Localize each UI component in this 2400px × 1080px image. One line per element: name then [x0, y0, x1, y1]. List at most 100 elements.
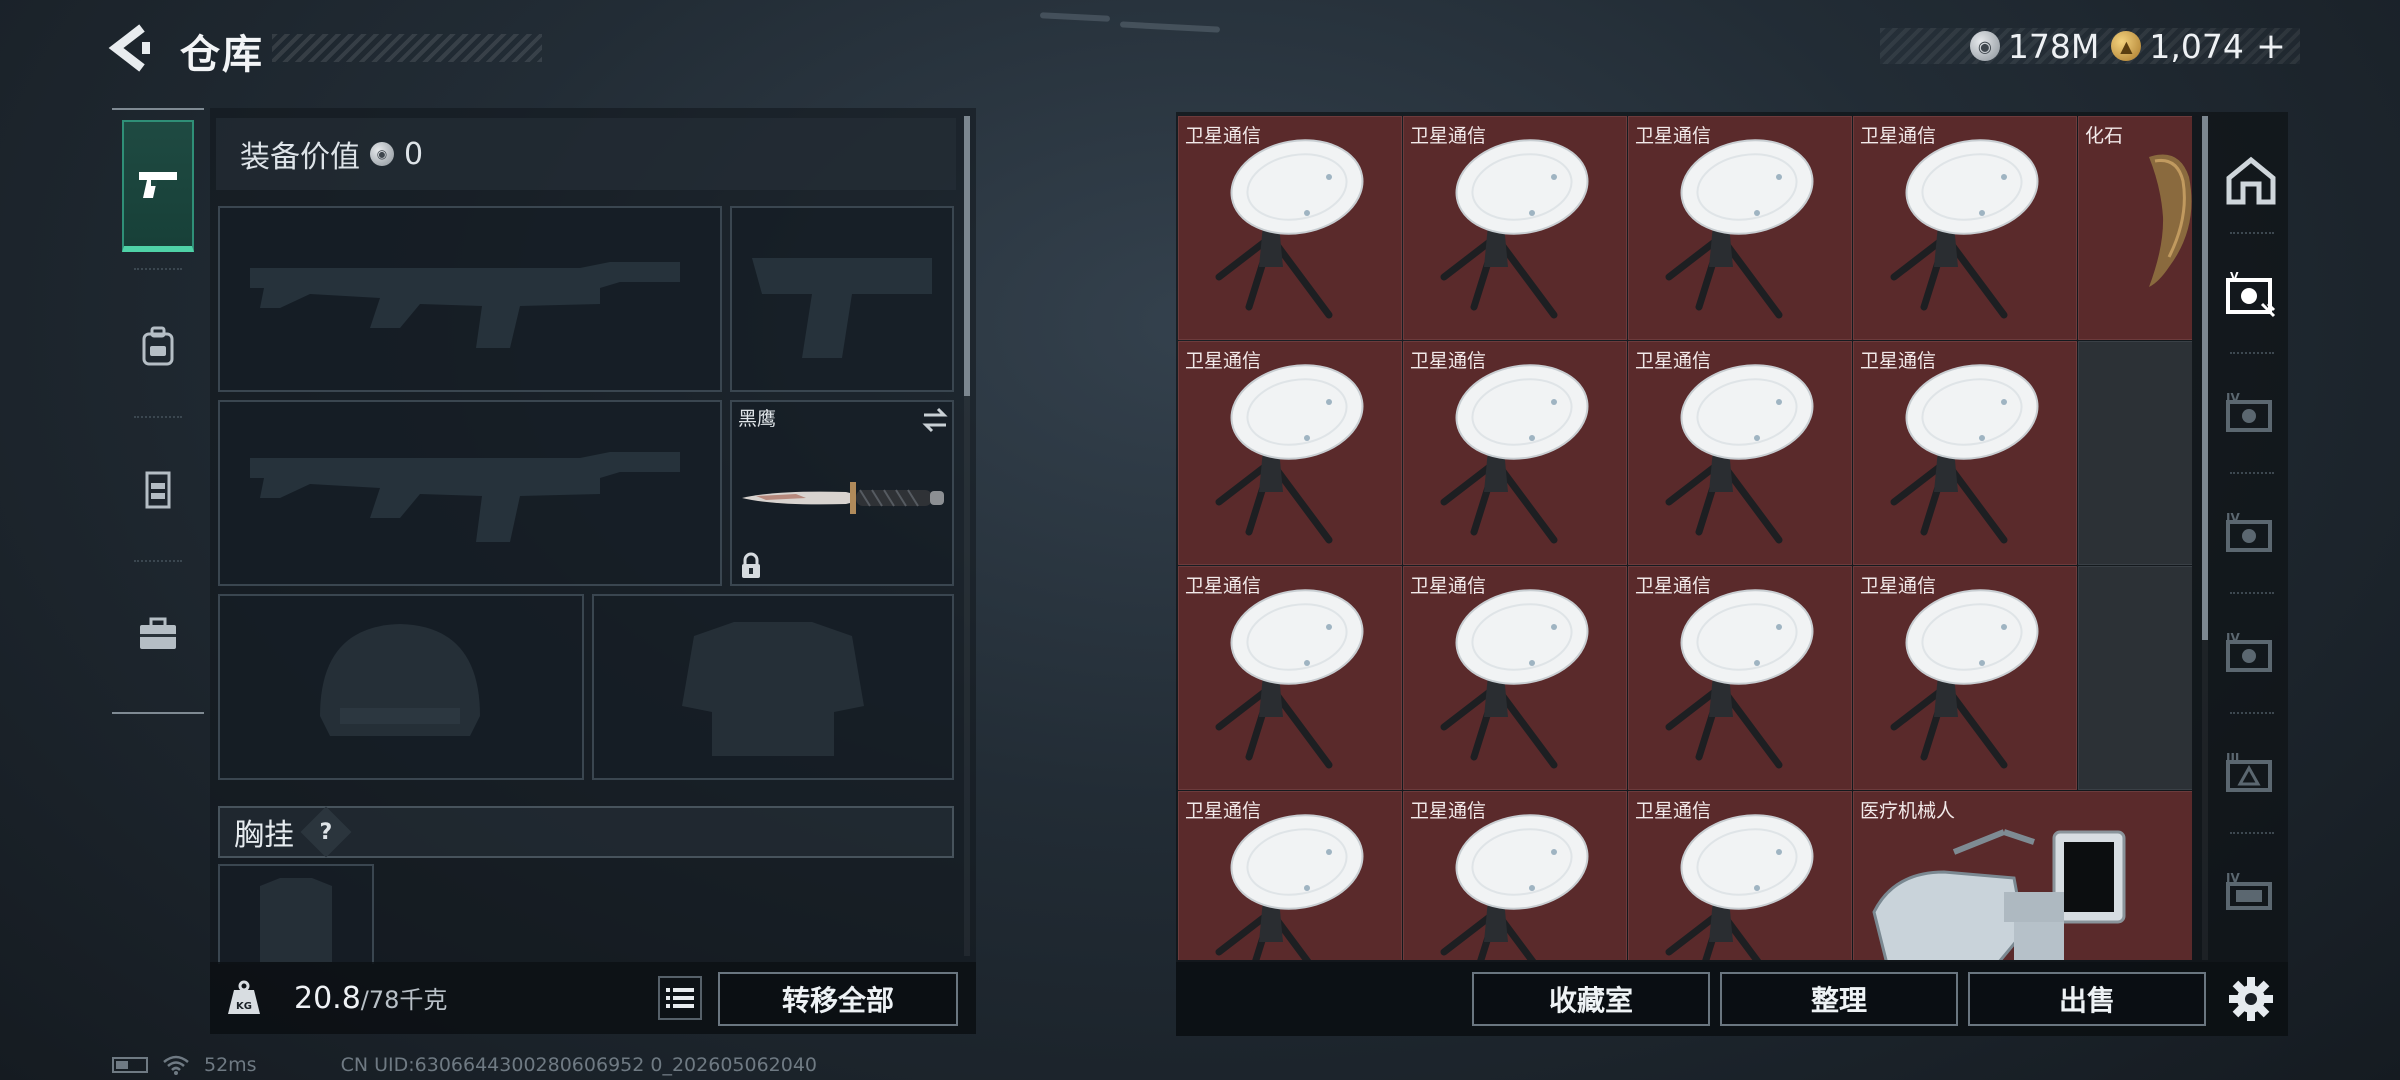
helmet-silhouette-icon [320, 624, 480, 736]
storage-item[interactable]: 卫星通信 [1853, 116, 2077, 340]
nav-armor[interactable] [122, 424, 194, 556]
secondary-weapon-slot[interactable] [730, 206, 954, 392]
storage-tab-case-1[interactable]: V [2220, 260, 2282, 330]
status-bar: 52ms CN UID:6306644300280606952 0_202605… [112, 1054, 817, 1076]
user-uid: CN UID:6306644300280606952 0_20260506204… [340, 1054, 818, 1076]
storage-scrollbar[interactable] [2202, 116, 2208, 640]
satellite-dish-icon [1665, 139, 1814, 319]
tab-divider [2230, 472, 2274, 474]
storage-tab-case-3[interactable]: IV [2220, 500, 2282, 570]
silver-currency[interactable]: ◉ 178M [1969, 26, 2100, 66]
melee-weapon-slot[interactable]: 黑鹰 [730, 400, 954, 586]
chest-rig-header: 胸挂 ? [218, 806, 954, 858]
swap-icon[interactable] [920, 406, 950, 434]
home-icon [2226, 156, 2276, 205]
carry-weight: 20.8/78千克 [294, 980, 447, 1016]
storage-panel: 卫星通信 卫星通信 卫星通信 卫星通信 化石 卫星通信 卫星通信 卫星通信 卫星通信 卫星通信 卫星… [1176, 112, 2288, 1036]
tab-divider [2230, 352, 2274, 354]
storage-item-name: 卫星通信 [1185, 125, 1262, 147]
storage-item-name: 卫星通信 [1185, 575, 1262, 597]
storage-item[interactable]: 卫星通信 [1178, 116, 1402, 340]
body-armor-slot[interactable] [592, 594, 954, 780]
svg-text:V: V [2230, 270, 2239, 283]
nav-divider [134, 268, 182, 270]
storage-tab-case-6[interactable]: IV [2220, 860, 2282, 930]
storage-item-name: 卫星通信 [1635, 350, 1712, 372]
satellite-dish-icon [1215, 589, 1364, 769]
weight-kg-icon: KG [228, 980, 260, 1014]
storage-item[interactable]: 卫星通信 [1403, 341, 1627, 565]
chest-rig-slot[interactable] [218, 864, 374, 964]
svg-text:IV: IV [2226, 631, 2240, 645]
storage-item[interactable]: 卫星通信 [1628, 791, 1852, 960]
storage-item[interactable]: 卫星通信 [1178, 341, 1402, 565]
wifi-icon [163, 1055, 189, 1075]
transfer-all-button[interactable]: 转移全部 [718, 972, 958, 1026]
satellite-dish-icon [1440, 364, 1589, 544]
storage-tab-case-2[interactable]: IV [2220, 380, 2282, 450]
collection-room-button[interactable]: 收藏室 [1472, 972, 1710, 1026]
helmet-slot[interactable] [218, 594, 584, 780]
fossil-claw-icon [2149, 154, 2192, 287]
storage-item[interactable]: 医疗机械人 [1853, 791, 2192, 960]
storage-item[interactable]: 卫星通信 [1403, 791, 1627, 960]
list-view-button[interactable] [658, 976, 702, 1020]
storage-item[interactable]: 卫星通信 [1178, 566, 1402, 790]
satellite-dish-icon [1215, 364, 1364, 544]
nav-weapons[interactable] [122, 120, 194, 252]
storage-item[interactable]: 卫星通信 [1628, 116, 1852, 340]
storage-item[interactable]: 卫星通信 [1853, 341, 2077, 565]
equipment-value-label: 装备价值 [240, 140, 360, 175]
currency-bar: ◉ 178M ▲ 1,074 + [1880, 26, 2300, 67]
storage-item[interactable]: 卫星通信 [1628, 341, 1852, 565]
storage-tab-home[interactable] [2220, 146, 2282, 216]
help-badge[interactable]: ? [300, 806, 352, 858]
equipment-value-amount: 0 [404, 136, 424, 172]
carry-weight-max: /78千克 [360, 986, 448, 1014]
empty-storage-slot[interactable] [2078, 566, 2192, 790]
back-button[interactable] [108, 22, 156, 74]
gold-amount: 1,074 [2149, 26, 2244, 66]
storage-item[interactable]: 化石 [2078, 116, 2192, 340]
storage-tab-case-5[interactable]: III [2220, 740, 2282, 810]
rifle-silhouette-icon [250, 262, 680, 348]
empty-storage-slot[interactable] [2078, 341, 2192, 565]
storage-item[interactable]: 卫星通信 [1853, 566, 2077, 790]
storage-item-name: 卫星通信 [1185, 800, 1262, 822]
nav-toolkit[interactable] [122, 568, 194, 700]
case-iv-icon: IV [2226, 631, 2272, 672]
gold-currency[interactable]: ▲ 1,074 + [2111, 26, 2286, 67]
case-icon: V [2226, 270, 2276, 318]
settings-gear-icon[interactable] [2228, 976, 2274, 1022]
nav-backpack[interactable] [122, 280, 194, 412]
armor-silhouette-icon [682, 622, 864, 756]
knife-icon [742, 482, 944, 514]
storage-item-name: 卫星通信 [1635, 575, 1712, 597]
silver-amount: 178M [2007, 26, 2100, 66]
sort-button[interactable]: 整理 [1720, 972, 1958, 1026]
primary-weapon-slot[interactable] [218, 206, 722, 392]
storage-item[interactable]: 卫星通信 [1178, 791, 1402, 960]
satellite-dish-icon [1890, 139, 2039, 319]
storage-item-name: 卫星通信 [1860, 575, 1937, 597]
sell-button[interactable]: 出售 [1968, 972, 2206, 1026]
add-currency-button[interactable]: + [2256, 26, 2286, 67]
toolbox-icon [140, 617, 176, 649]
storage-tab-case-4[interactable]: IV [2220, 620, 2282, 690]
battery-icon [112, 1057, 148, 1073]
pistol-silhouette-icon [752, 258, 932, 358]
storage-item-name: 卫星通信 [1410, 800, 1487, 822]
tab-divider [2230, 712, 2274, 714]
silver-coin-icon: ◉ [1969, 31, 2000, 61]
storage-item[interactable]: 卫星通信 [1403, 566, 1627, 790]
storage-item[interactable]: 卫星通信 [1403, 116, 1627, 340]
storage-item[interactable]: 卫星通信 [1628, 566, 1852, 790]
satellite-dish-icon [1890, 589, 2039, 769]
case-iii-icon: III [2226, 751, 2272, 792]
gold-coin-icon: ▲ [2111, 31, 2142, 61]
pistol-icon [139, 172, 177, 198]
loadout-scrollbar[interactable] [964, 116, 970, 396]
silver-coin-icon: ◉ [370, 142, 394, 166]
nav-divider [134, 416, 182, 418]
primary-weapon-slot-2[interactable] [218, 400, 722, 586]
